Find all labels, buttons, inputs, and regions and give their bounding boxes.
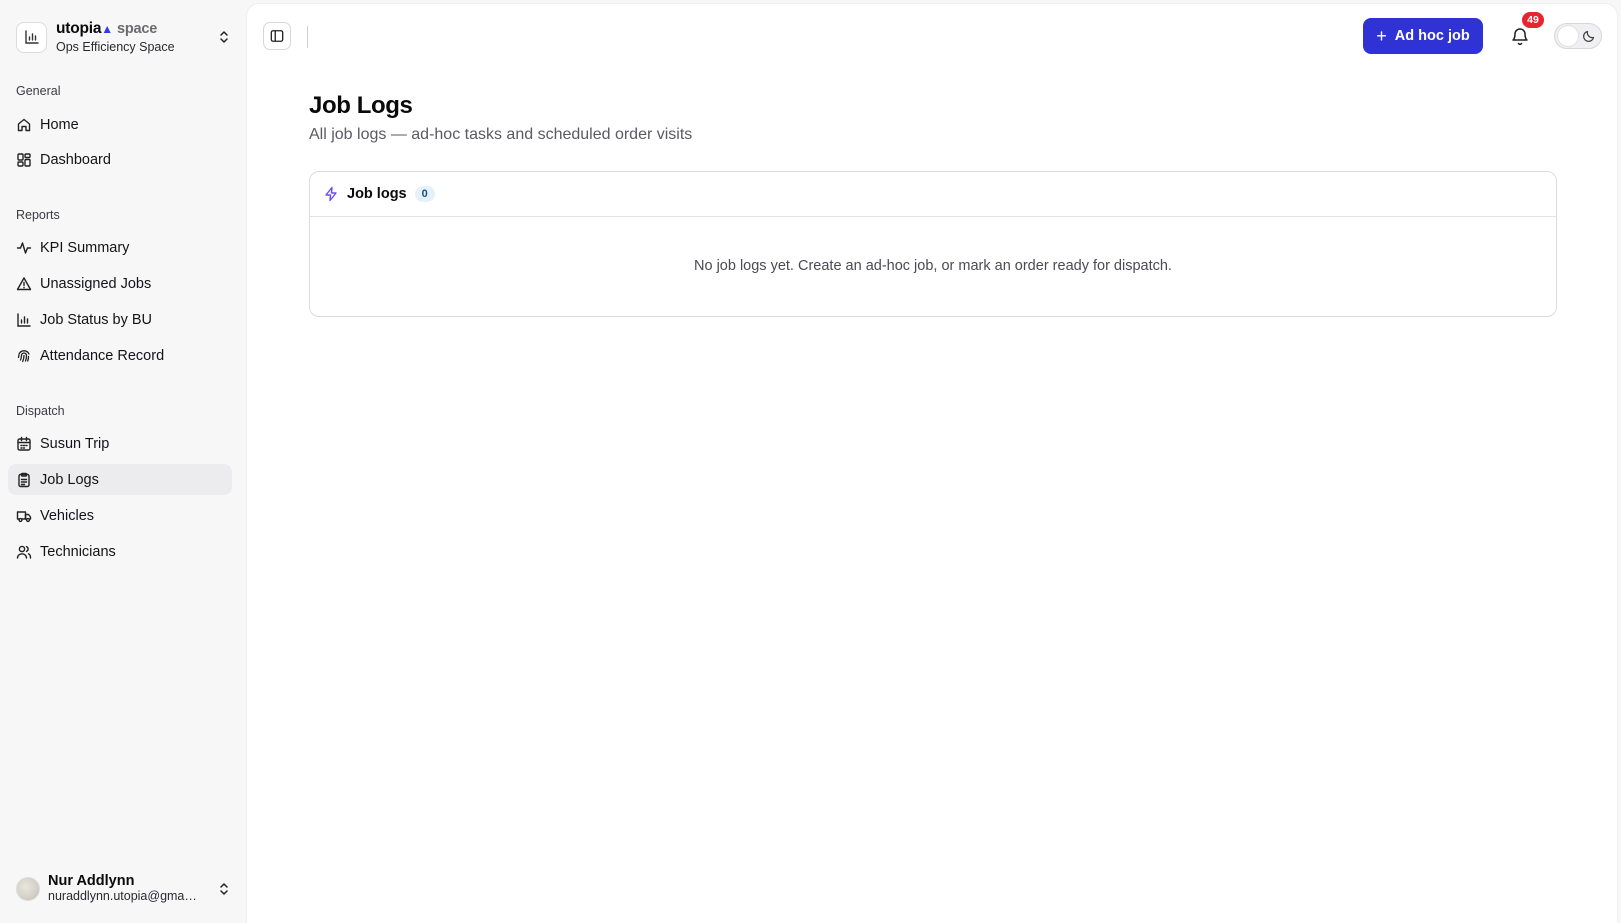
bar-chart-icon <box>17 312 31 327</box>
card-title: Job logs <box>347 186 407 202</box>
empty-state-message: No job logs yet. Create an ad-hoc job, o… <box>694 258 1172 274</box>
theme-toggle-knob <box>1558 26 1578 46</box>
home-icon <box>17 118 31 131</box>
brand-name-text: utopia <box>56 20 102 37</box>
warning-icon <box>16 276 32 290</box>
workspace-switcher[interactable]: utopia▲ space Ops Efficiency Space <box>16 19 232 55</box>
page-title: Job Logs <box>309 92 413 119</box>
bar-chart-logo-icon <box>16 21 47 53</box>
topbar-divider <box>307 26 308 48</box>
sidebar-item-job-logs[interactable]: Job Logs <box>8 464 232 495</box>
brand-dot-icon: ▲ <box>101 22 113 36</box>
theme-toggle[interactable] <box>1554 23 1602 49</box>
grid-icon <box>17 152 31 167</box>
fingerprint-icon <box>17 349 30 362</box>
toggle-sidebar-button[interactable] <box>263 22 291 50</box>
notification-badge: 49 <box>1522 12 1544 28</box>
users-icon <box>16 545 32 559</box>
user-name: Nur Addlynn <box>48 874 135 890</box>
sidebar-item-label: KPI Summary <box>40 239 130 256</box>
sidebar-item-unassigned-jobs[interactable]: Unassigned Jobs <box>8 268 232 299</box>
job-logs-card: Job logs 0 No job logs yet. Create an ad… <box>309 171 1557 317</box>
section-label-general: General <box>16 84 61 98</box>
bell-icon[interactable] <box>1511 26 1529 46</box>
moon-icon <box>1582 30 1595 43</box>
sidebar-item-dashboard[interactable]: Dashboard <box>8 144 232 175</box>
workspace-name: Ops Efficiency Space <box>56 39 175 54</box>
sidebar-item-susun-trip[interactable]: Susun Trip <box>8 428 232 459</box>
brand-suffix: space <box>116 21 158 37</box>
sidebar-item-job-status-by-bu[interactable]: Job Status by BU <box>8 304 232 335</box>
sidebar-item-kpi-summary[interactable]: KPI Summary <box>8 232 232 263</box>
sidebar-item-label: Susun Trip <box>40 435 110 452</box>
sidebar-item-vehicles[interactable]: Vehicles <box>8 500 232 531</box>
sidebar-item-home[interactable]: Home <box>8 109 232 140</box>
count-badge: 0 <box>414 186 435 202</box>
ad-hoc-job-button[interactable]: + Ad hoc job <box>1363 18 1483 54</box>
lightning-icon <box>325 186 337 202</box>
page-subtitle: All job logs — ad-hoc tasks and schedule… <box>309 126 693 143</box>
user-email: nuraddlynn.utopia@gmail.com <box>48 890 198 904</box>
sidebar-item-label: Job Status by BU <box>40 311 153 328</box>
activity-icon <box>16 241 32 254</box>
avatar <box>16 877 40 901</box>
sidebar-item-attendance-record[interactable]: Attendance Record <box>8 340 232 371</box>
calendar-icon <box>17 436 31 451</box>
section-label-dispatch: Dispatch <box>16 404 65 418</box>
sidebar-panel-icon <box>270 30 284 42</box>
sidebar-item-label: Attendance Record <box>40 347 165 364</box>
sidebar-item-label: Technicians <box>40 543 116 560</box>
sidebar: utopia▲ space Ops Efficiency Space Genera… <box>0 0 247 923</box>
sidebar-item-label: Home <box>40 116 79 133</box>
card-header: Job logs 0 <box>310 172 1556 217</box>
sidebar-item-technicians[interactable]: Technicians <box>8 536 232 567</box>
main-panel: + Ad hoc job 49 Job Logs All job logs — … <box>247 4 1617 923</box>
user-menu[interactable]: Nur Addlynn nuraddlynn.utopia@gmail.com <box>16 872 232 906</box>
sidebar-item-label: Unassigned Jobs <box>40 275 152 292</box>
brand-name: utopia▲ space <box>56 21 212 37</box>
clipboard-icon <box>18 472 30 487</box>
truck-icon <box>16 510 32 522</box>
chevron-up-down-icon <box>220 883 228 895</box>
chevron-up-down-icon <box>220 31 228 43</box>
sidebar-item-label: Vehicles <box>40 507 95 524</box>
sidebar-item-label: Job Logs <box>40 471 99 488</box>
sidebar-item-label: Dashboard <box>40 151 111 168</box>
section-label-reports: Reports <box>16 208 60 222</box>
ad-hoc-job-label: Ad hoc job <box>1394 28 1470 44</box>
plus-icon: + <box>1376 26 1387 46</box>
